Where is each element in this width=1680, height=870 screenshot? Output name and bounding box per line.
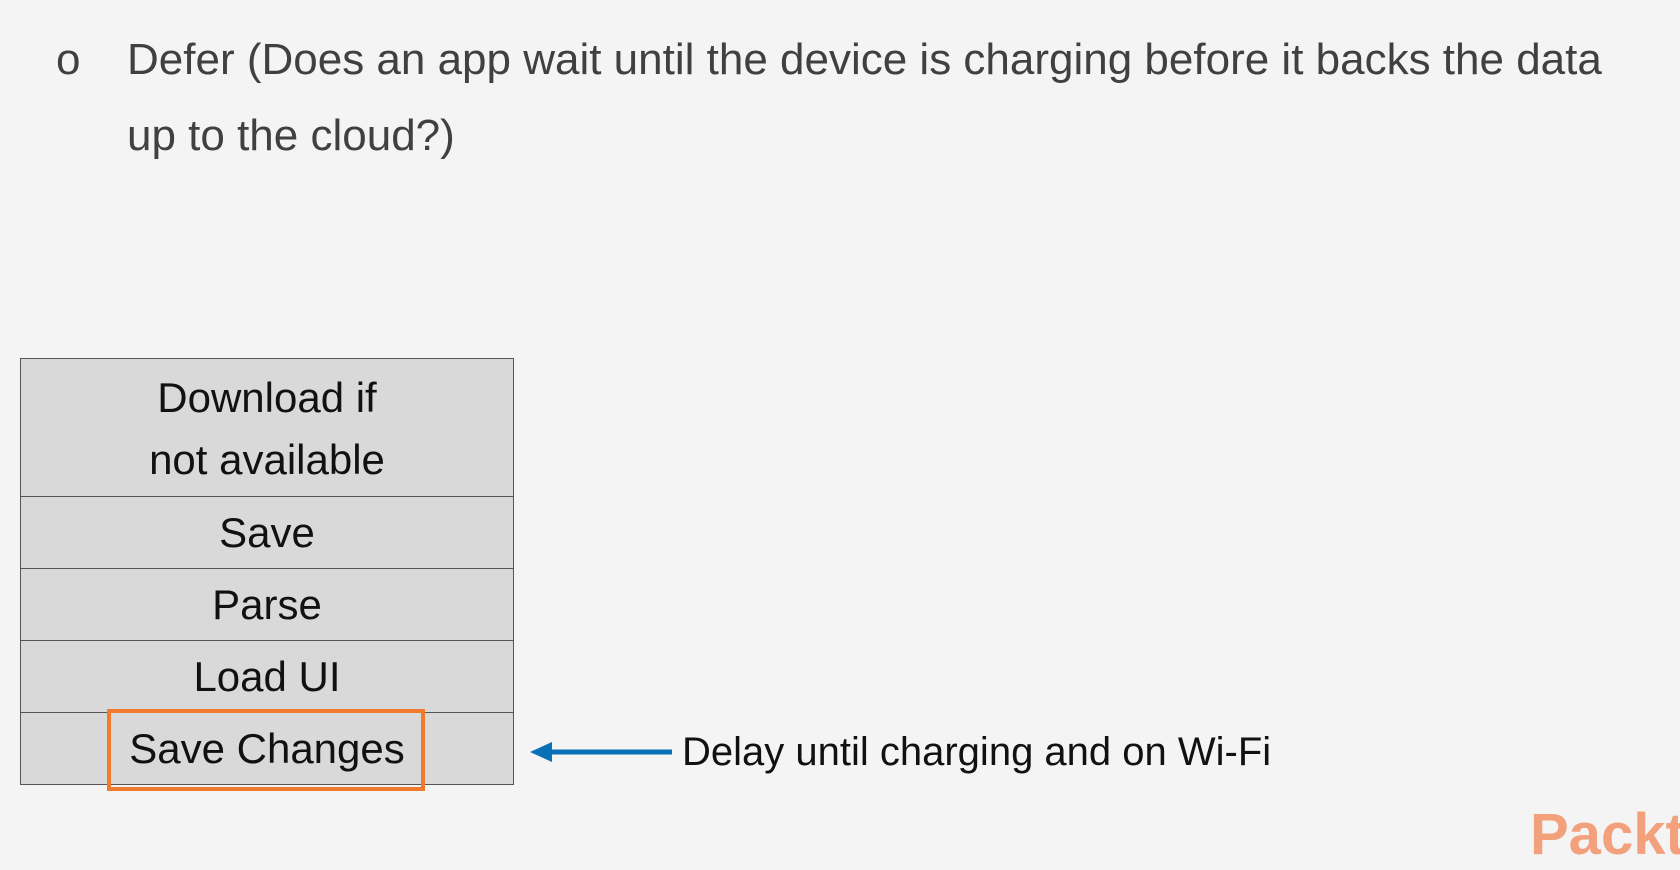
stack-item-label: Parse (212, 580, 322, 628)
logo-text: Packt (1530, 802, 1680, 867)
left-arrow-icon (530, 742, 672, 762)
packt-logo: Packt (1530, 800, 1680, 870)
stack-item-label: Save (219, 508, 315, 556)
defer-annotation: Delay until charging and on Wi-Fi (682, 730, 1272, 774)
stack-item-download: Download if not available (21, 359, 513, 496)
bullet-marker: o (56, 35, 81, 84)
stack-item-label: Load UI (193, 652, 341, 700)
save-changes-highlight (107, 709, 425, 791)
stack-item-label: Download if not available (149, 373, 385, 483)
bullet-text: Defer (Does an app wait until the device… (127, 35, 1602, 160)
stack-item-load-ui: Load UI (21, 640, 513, 712)
stack-item-save: Save (21, 496, 513, 568)
stack-item-parse: Parse (21, 568, 513, 640)
